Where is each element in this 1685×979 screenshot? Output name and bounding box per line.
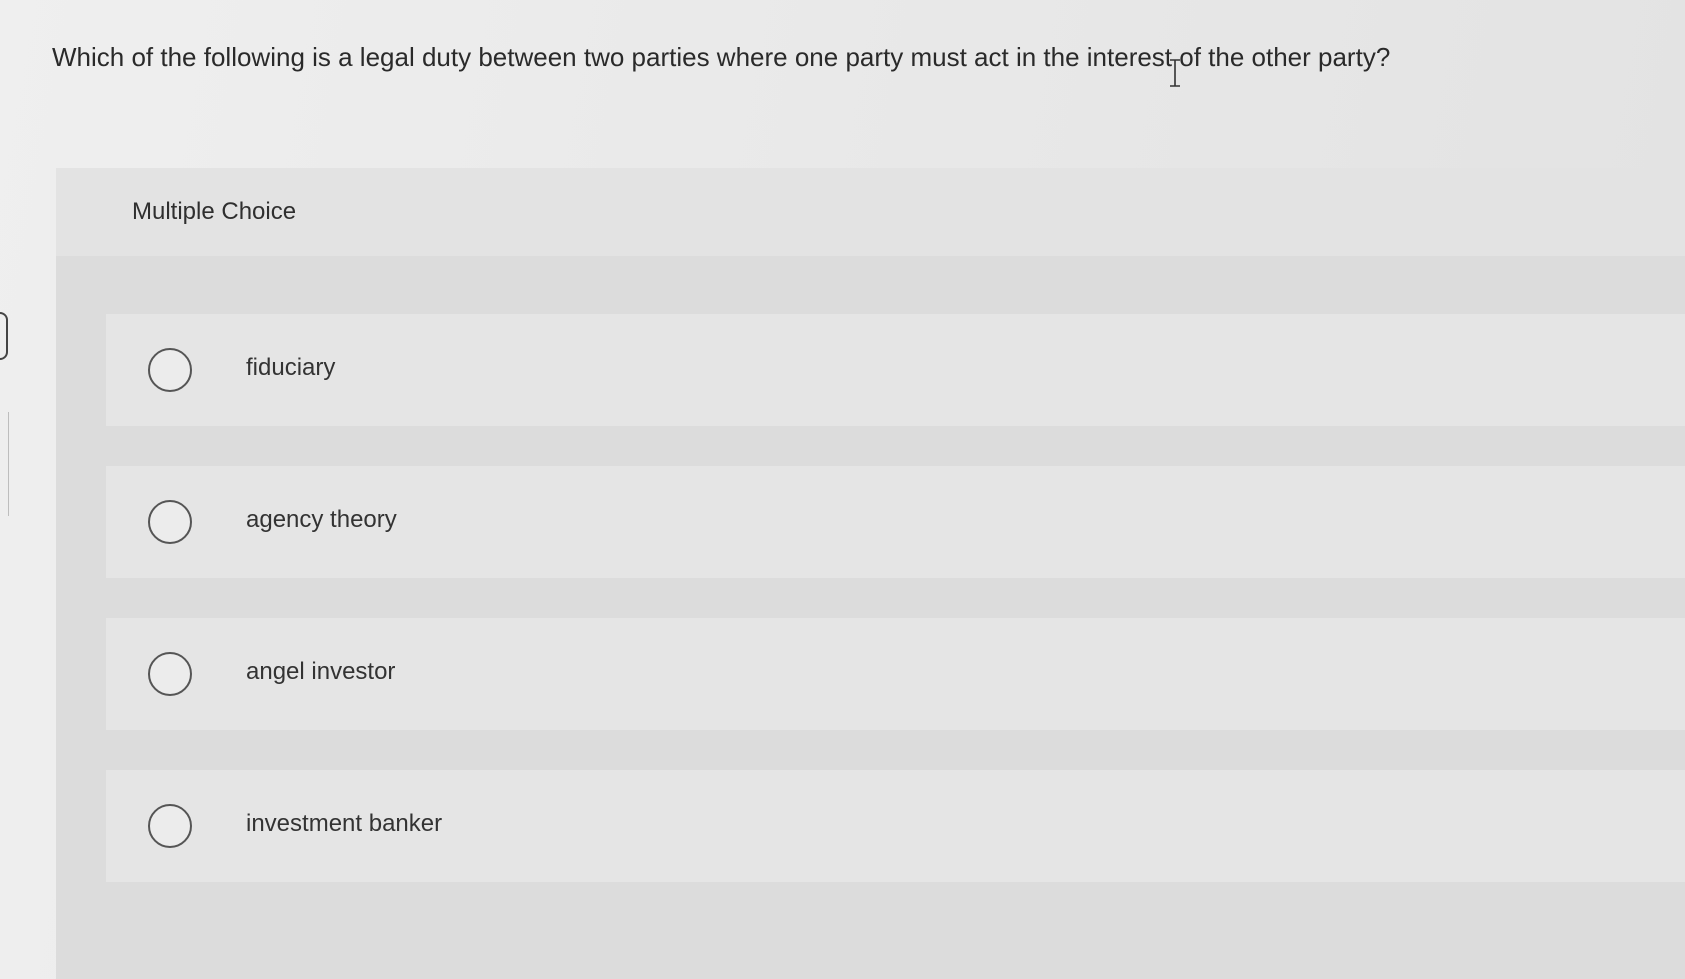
window-edge-marker <box>0 312 8 360</box>
answer-option-angel-investor[interactable]: angel investor <box>106 618 1685 730</box>
multiple-choice-panel: Multiple Choice fiduciary agency theory … <box>56 168 1685 979</box>
answer-option-label: investment banker <box>246 810 443 837</box>
question-type-label: Multiple Choice <box>132 198 297 225</box>
answer-option-label: angel investor <box>246 658 396 685</box>
answer-option-agency-theory[interactable]: agency theory <box>106 466 1685 578</box>
text-cursor-icon <box>1170 59 1180 87</box>
radio-button[interactable] <box>148 348 192 392</box>
radio-button[interactable] <box>148 652 192 696</box>
answer-option-fiduciary[interactable]: fiduciary <box>106 314 1685 426</box>
answer-option-label: fiduciary <box>246 354 336 381</box>
panel-header: Multiple Choice <box>56 168 1685 256</box>
question-text: Which of the following is a legal duty b… <box>52 42 1391 72</box>
radio-button[interactable] <box>148 500 192 544</box>
window-edge-line <box>0 412 9 516</box>
radio-button[interactable] <box>148 804 192 848</box>
answer-option-investment-banker[interactable]: investment banker <box>106 770 1685 882</box>
answer-option-label: agency theory <box>246 506 397 533</box>
